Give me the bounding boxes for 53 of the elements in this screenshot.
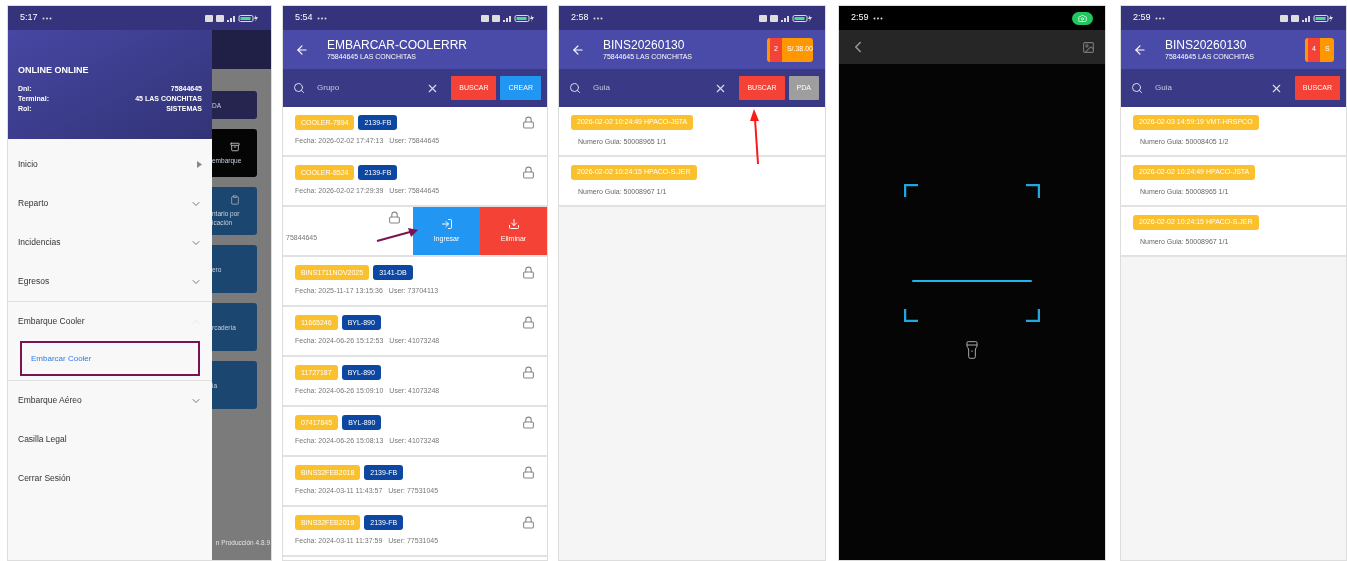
status-dots-icon: [41, 16, 52, 20]
status-time: 2:58: [571, 11, 589, 25]
profile-name: ONLINE ONLINE: [18, 64, 90, 77]
lock-icon: [522, 366, 535, 380]
lock-icon: [522, 466, 535, 480]
camera-icon: [1078, 13, 1087, 23]
submenu-item[interactable]: Embarcar Cooler: [20, 341, 200, 376]
status-time: 5:17: [20, 11, 38, 25]
lock-icon: [522, 416, 535, 430]
back-icon[interactable]: [1133, 42, 1147, 57]
menu-item[interactable]: Embarque Cooler: [8, 302, 212, 341]
download-icon: [507, 217, 520, 230]
status-dots-icon: [592, 16, 603, 20]
back-icon[interactable]: [295, 42, 309, 57]
lock-icon: [522, 266, 535, 280]
menu-item[interactable]: Egresos: [8, 262, 212, 301]
status-icons-drawing: [481, 13, 535, 23]
search-field[interactable]: Guia: [585, 82, 711, 94]
gallery-icon[interactable]: [1082, 40, 1095, 54]
lock-icon: [522, 116, 535, 130]
status-icons-drawing: [759, 13, 813, 23]
status-dots-icon: [316, 16, 327, 20]
status-time: 5:54: [295, 11, 313, 25]
back-icon[interactable]: [571, 42, 585, 57]
enter-icon: [440, 217, 453, 230]
search-field[interactable]: Guia: [1147, 82, 1266, 94]
status-dots-icon: [1154, 16, 1165, 20]
lock-icon: [522, 166, 535, 180]
caret-right-icon: [197, 161, 202, 168]
screen-title: BINS20260130: [603, 38, 686, 52]
lock-icon: [522, 316, 535, 330]
search-icon: [293, 82, 305, 94]
status-dots-icon: [872, 16, 883, 20]
archive-icon: [230, 141, 240, 152]
menu-item[interactable]: Casilla Legal: [8, 420, 212, 459]
status-icons-drawing: [205, 13, 259, 23]
search-field[interactable]: Grupo: [309, 82, 423, 94]
screen-title: EMBARCAR-COOLERRR: [327, 38, 467, 52]
clipboard-icon: [230, 195, 240, 205]
menu-item[interactable]: Embarque Aéreo: [8, 381, 212, 420]
status-time: 2:59: [851, 11, 869, 25]
screen-title: BINS20260130: [1165, 38, 1248, 52]
menu-item[interactable]: Inicio: [8, 145, 212, 184]
status-icons-drawing: [1280, 13, 1334, 23]
lock-icon: [522, 516, 535, 530]
search-icon: [1131, 82, 1143, 94]
lock-icon: [388, 211, 401, 224]
status-time: 2:59: [1133, 11, 1151, 25]
search-icon: [569, 82, 581, 94]
app-bar-background: [212, 30, 271, 69]
menu-item[interactable]: Cerrar Sesión: [8, 459, 212, 498]
menu-item[interactable]: Incidencias: [8, 223, 212, 262]
menu-item[interactable]: Reparto: [8, 184, 212, 223]
